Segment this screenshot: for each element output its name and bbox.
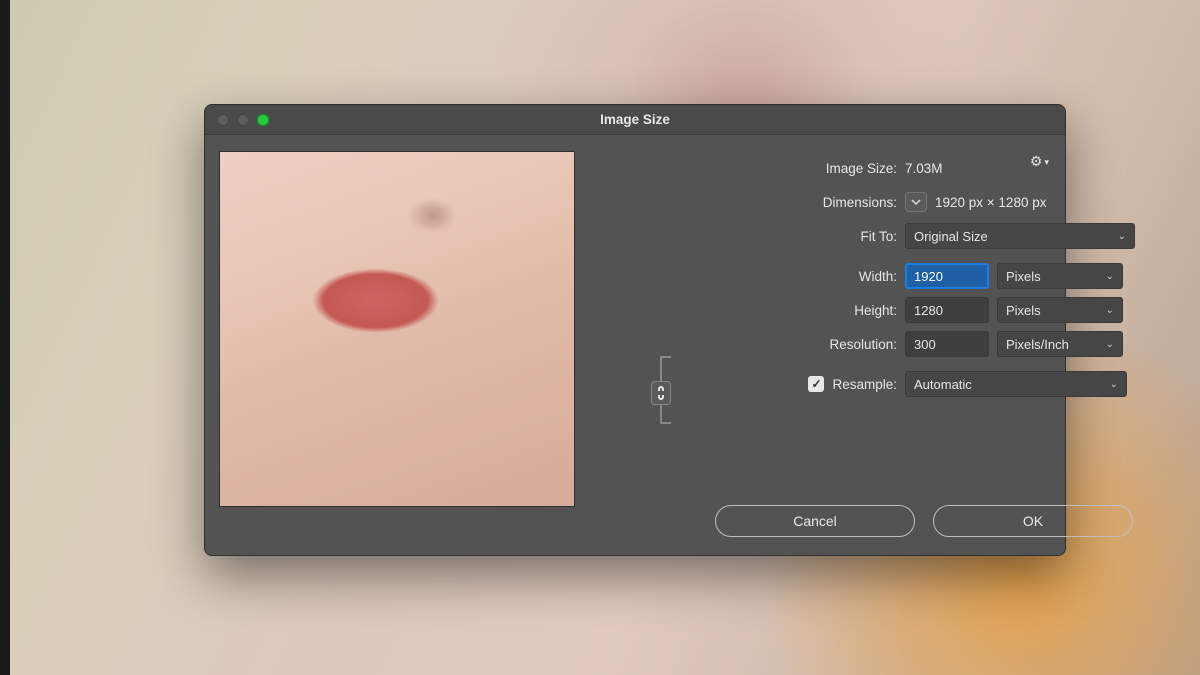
width-label: Width: — [595, 269, 905, 284]
image-size-value: 7.03M — [905, 161, 943, 176]
chevron-down-icon: ⌄ — [1106, 305, 1114, 316]
dialog-buttons: Cancel OK — [595, 505, 1135, 539]
height-unit-select[interactable]: Pixels⌄ — [997, 297, 1123, 323]
link-icon — [656, 385, 666, 401]
form-area: Image Size: 7.03M Dimensions: 1920 px × … — [575, 151, 1135, 539]
cancel-button[interactable]: Cancel — [715, 505, 915, 537]
fit-to-select[interactable]: Original Size ⌄ — [905, 223, 1135, 249]
dimensions-row: Dimensions: 1920 px × 1280 px — [595, 185, 1135, 219]
fit-to-label: Fit To: — [595, 229, 905, 244]
chevron-down-icon: ⌄ — [1106, 339, 1114, 350]
image-size-label: Image Size: — [595, 161, 905, 176]
image-size-row: Image Size: 7.03M — [595, 151, 1135, 185]
height-row: Height: 1280 Pixels⌄ — [595, 293, 1135, 327]
dimensions-value: 1920 px × 1280 px — [935, 195, 1046, 210]
chevron-down-icon: ⌄ — [1118, 231, 1126, 242]
width-input[interactable]: 1920 — [905, 263, 989, 289]
app-left-edge — [0, 0, 10, 675]
ok-button[interactable]: OK — [933, 505, 1133, 537]
fit-to-value: Original Size — [914, 229, 988, 244]
width-row: Width: 1920 Pixels⌄ — [595, 259, 1135, 293]
resolution-input[interactable]: 300 — [905, 331, 989, 357]
dimensions-label: Dimensions: — [595, 195, 905, 210]
dialog-content: Image Size: 7.03M Dimensions: 1920 px × … — [205, 135, 1065, 555]
resample-label: Resample: — [832, 377, 897, 392]
resample-checkbox[interactable]: ✓ — [808, 376, 824, 392]
resolution-unit-select[interactable]: Pixels/Inch⌄ — [997, 331, 1123, 357]
constrain-proportions-button[interactable] — [651, 381, 671, 405]
width-unit-select[interactable]: Pixels⌄ — [997, 263, 1123, 289]
dialog-title: Image Size — [205, 112, 1065, 127]
chevron-down-icon — [911, 197, 921, 207]
dialog-titlebar[interactable]: Image Size — [205, 105, 1065, 135]
gear-icon[interactable]: ⚙︎▾ — [1030, 153, 1047, 170]
fit-to-row: Fit To: Original Size ⌄ — [595, 219, 1135, 253]
dimensions-unit-toggle[interactable] — [905, 192, 927, 212]
height-input[interactable]: 1280 — [905, 297, 989, 323]
height-label: Height: — [595, 303, 905, 318]
image-size-dialog: Image Size ⚙︎▾ Image Size: 7.03M Dimensi… — [204, 104, 1066, 556]
chevron-down-icon: ⌄ — [1106, 271, 1114, 282]
resample-mode-select[interactable]: Automatic⌄ — [905, 371, 1127, 397]
resolution-label: Resolution: — [595, 337, 905, 352]
image-preview[interactable] — [219, 151, 575, 507]
chevron-down-icon: ⌄ — [1110, 379, 1118, 390]
